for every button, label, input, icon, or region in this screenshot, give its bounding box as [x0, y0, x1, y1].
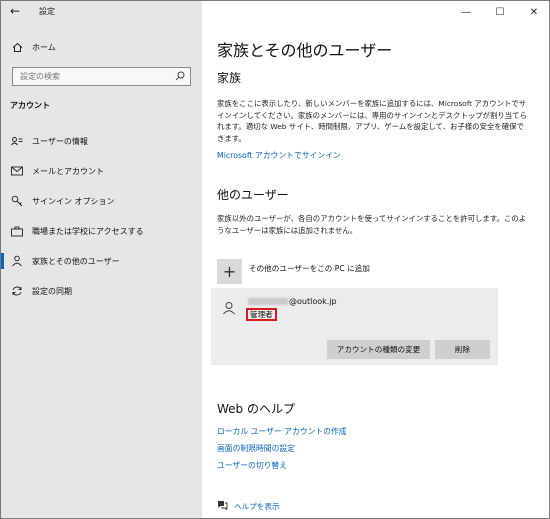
sidebar-item-work-school[interactable]: 職場または学校にアクセスする: [1, 219, 202, 243]
redacted-name: [248, 298, 288, 305]
avatar-icon: [221, 300, 237, 316]
change-account-type-button[interactable]: アカウントの種類の変更: [327, 340, 430, 359]
sidebar-item-label: メールとアカウント: [32, 166, 104, 176]
search-icon[interactable]: [175, 71, 185, 84]
other-users-heading: 他のユーザー: [217, 188, 289, 202]
sidebar-item-label: 設定の同期: [32, 286, 72, 296]
app-title: 設定: [39, 7, 55, 16]
help-chat-icon: [217, 500, 228, 513]
minimize-button[interactable]: —: [449, 1, 483, 23]
sidebar-item-label: ホーム: [32, 42, 56, 52]
search-input[interactable]: [13, 68, 163, 85]
home-icon: [10, 40, 24, 54]
section-label-accounts: アカウント: [10, 101, 50, 110]
sidebar: ← 設定 ホーム アカウント ユーザーの情報 メールとア: [1, 1, 202, 518]
other-users-description: 家族以外のユーザーが、各自のアカウントを使ってサインインすることを許可します。こ…: [217, 214, 527, 235]
settings-window: ← 設定 ホーム アカウント ユーザーの情報 メールとア: [0, 0, 550, 519]
sidebar-item-mail[interactable]: メールとアカウント: [1, 159, 202, 183]
sidebar-item-label: 職場または学校にアクセスする: [32, 226, 144, 236]
sidebar-item-label: 家族とその他のユーザー: [32, 256, 120, 266]
show-help-link[interactable]: ヘルプを表示: [234, 501, 280, 512]
account-email: @outlook.jp: [248, 297, 337, 306]
titlebar-left: ← 設定: [1, 1, 202, 23]
window-controls: — ☐ ✕: [449, 1, 549, 23]
add-user-label[interactable]: その他のユーザーをこの PC に追加: [249, 263, 370, 274]
sidebar-item-label: ユーザーの情報: [32, 136, 88, 146]
account-role-badge: 管理者: [246, 308, 277, 321]
mail-icon: [10, 164, 24, 178]
add-user-button[interactable]: +: [217, 259, 242, 284]
delete-button[interactable]: 削除: [435, 340, 490, 359]
help-link-screen-time[interactable]: 画面の制限時間の設定: [217, 443, 295, 454]
plus-icon: +: [222, 262, 237, 281]
briefcase-icon: [10, 224, 24, 238]
maximize-button[interactable]: ☐: [483, 1, 517, 23]
user-info-icon: [10, 134, 24, 148]
microsoft-signin-link[interactable]: Microsoft アカウントでサインイン: [217, 150, 341, 161]
back-arrow-icon[interactable]: ←: [10, 4, 20, 18]
user-account-panel[interactable]: @outlook.jp 管理者 アカウントの種類の変更 削除: [211, 288, 498, 365]
close-button[interactable]: ✕: [517, 1, 549, 23]
page-title: 家族とその他のユーザー: [217, 41, 393, 60]
family-description: 家族をここに表示したり、新しいメンバーを家族に追加するには、Microsoft …: [217, 99, 527, 143]
sidebar-item-home[interactable]: ホーム: [1, 35, 202, 59]
sidebar-item-family-other-users[interactable]: 家族とその他のユーザー: [1, 249, 202, 273]
family-icon: [10, 254, 24, 268]
account-email-suffix: @outlook.jp: [289, 297, 337, 306]
sidebar-item-sync[interactable]: 設定の同期: [1, 279, 202, 303]
sync-icon: [10, 284, 24, 298]
sidebar-item-signin-options[interactable]: サインイン オプション: [1, 189, 202, 213]
key-icon: [10, 194, 24, 208]
help-link-create-local-account[interactable]: ローカル ユーザー アカウントの作成: [217, 426, 347, 437]
show-help-row[interactable]: ヘルプを表示: [217, 500, 280, 513]
family-heading: 家族: [217, 71, 242, 85]
main-content: — ☐ ✕ 家族とその他のユーザー 家族 家族をここに表示したり、新しいメンバー…: [202, 1, 549, 518]
sidebar-item-label: サインイン オプション: [32, 196, 115, 206]
web-help-heading: Web のヘルプ: [217, 402, 295, 416]
help-link-switch-users[interactable]: ユーザーの切り替え: [217, 460, 287, 471]
sidebar-item-user-info[interactable]: ユーザーの情報: [1, 129, 202, 153]
search-box[interactable]: [12, 67, 191, 86]
